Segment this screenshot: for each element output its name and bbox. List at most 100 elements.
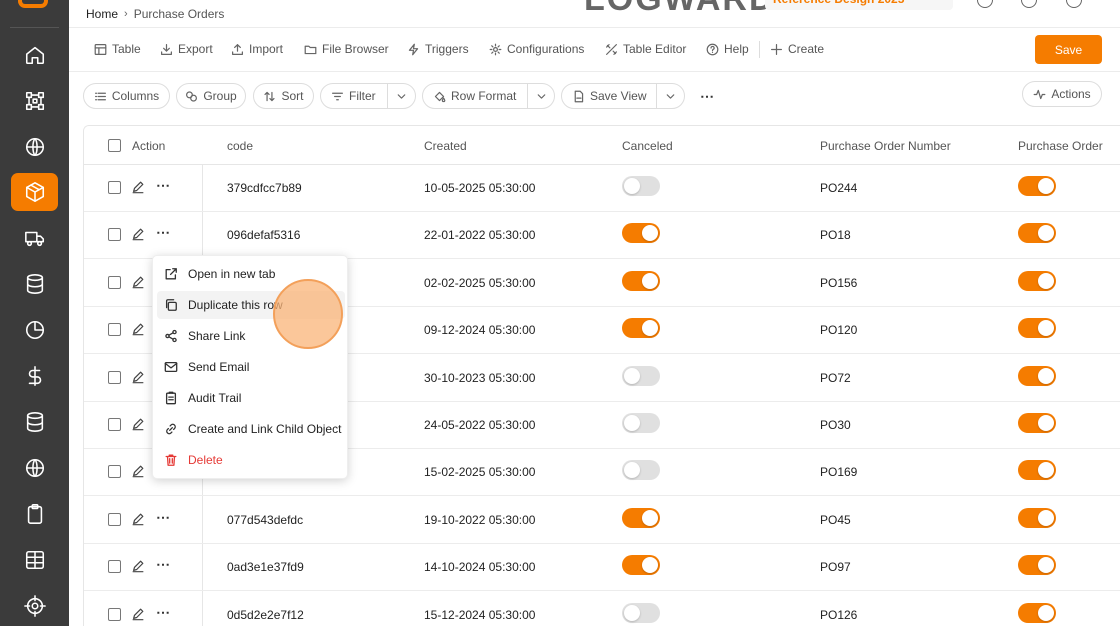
header-purchase-order-number[interactable]: Purchase Order Number [820,139,951,153]
edit-icon[interactable] [131,417,145,431]
environment-badge[interactable]: Reference Design 2025 [765,0,953,10]
table-row[interactable]: ⋯ 0ad3e1e37fd9 14-10-2024 05:30:00 PO97 [84,544,1120,592]
table-row[interactable]: ⋯ 096defaf5316 22-01-2022 05:30:00 PO18 [84,212,1120,260]
help-button[interactable]: Help [706,42,749,56]
columns-button[interactable]: Columns [83,83,170,109]
edit-icon[interactable] [131,607,145,621]
row-checkbox[interactable] [108,323,121,337]
canceled-toggle[interactable] [622,460,660,481]
header-purchase-order[interactable]: Purchase Order [1018,139,1103,153]
header-code[interactable]: code [227,139,253,153]
row-checkbox[interactable] [108,512,121,526]
bell-icon[interactable] [977,0,993,8]
row-menu-icon[interactable]: ⋯ [156,509,171,526]
canceled-toggle[interactable] [622,507,660,528]
edit-icon[interactable] [131,559,145,573]
sidebar-item-analytics[interactable] [11,311,58,349]
sidebar-item-reports[interactable] [11,541,58,579]
canceled-toggle[interactable] [622,270,660,291]
sidebar-item-data[interactable] [11,403,58,441]
table-button[interactable]: Table [94,42,141,56]
purchase-order-toggle[interactable] [1018,602,1056,623]
menu-item-delete[interactable]: Delete [157,446,345,474]
menu-item-create-link-child[interactable]: Create and Link Child Object [157,415,345,443]
menu-item-audit-trail[interactable]: Audit Trail [157,384,345,412]
sidebar-item-global[interactable] [11,128,58,166]
sort-button[interactable]: Sort [253,83,314,109]
row-menu-icon[interactable]: ⋯ [156,177,171,194]
canceled-toggle[interactable] [622,365,660,386]
purchase-order-toggle[interactable] [1018,460,1056,481]
sidebar-item-integrations[interactable] [11,587,58,625]
sidebar-item-tasks[interactable] [11,495,58,533]
purchase-order-toggle[interactable] [1018,507,1056,528]
row-checkbox[interactable] [108,560,121,574]
table-row[interactable]: ⋯ 379cdfcc7b89 10-05-2025 05:30:00 PO244 [84,165,1120,212]
purchase-order-toggle[interactable] [1018,413,1056,433]
row-checkbox[interactable] [108,228,121,242]
breadcrumb-home[interactable]: Home [86,7,118,21]
table-row[interactable]: ⋯ 077d543defdc 19-10-2022 05:30:00 PO45 [84,497,1120,544]
row-checkbox[interactable] [108,607,121,621]
help-circle-icon[interactable] [1021,0,1037,8]
row-checkbox[interactable] [108,465,121,479]
user-avatar-icon[interactable] [1066,0,1082,8]
row-checkbox[interactable] [108,370,121,384]
sidebar-item-network[interactable] [11,449,58,487]
purchase-order-toggle[interactable] [1018,223,1056,244]
canceled-toggle[interactable] [622,413,660,433]
edit-icon[interactable] [131,180,145,194]
header-canceled[interactable]: Canceled [622,139,673,153]
table-editor-button[interactable]: Table Editor [605,42,686,56]
row-checkbox[interactable] [108,418,121,431]
save-button[interactable]: Save [1035,35,1102,64]
export-button[interactable]: Export [160,42,213,56]
menu-item-send-email[interactable]: Send Email [157,353,345,381]
configurations-button[interactable]: Configurations [489,42,584,56]
group-button[interactable]: Group [176,83,246,109]
save-view-button[interactable]: Save View [561,83,685,109]
actions-button[interactable]: Actions [1022,81,1102,107]
purchase-order-toggle[interactable] [1018,365,1056,386]
select-all-checkbox[interactable] [108,139,121,152]
row-checkbox[interactable] [108,181,121,194]
header-created[interactable]: Created [424,139,467,153]
sidebar-item-home[interactable] [11,36,58,74]
canceled-toggle[interactable] [622,223,660,244]
row-format-button[interactable]: Row Format [422,83,555,109]
sidebar-item-shipments[interactable] [11,219,58,257]
canceled-toggle[interactable] [622,555,660,576]
save-view-dropdown-caret[interactable] [656,84,684,108]
row-menu-icon[interactable]: ⋯ [156,604,171,621]
table-row[interactable]: ⋯ 0d5d2e2e7f12 15-12-2024 05:30:00 PO126 [84,592,1120,626]
create-button[interactable]: Create [770,42,824,56]
more-options-icon[interactable]: ⋯ [700,88,715,105]
purchase-order-toggle[interactable] [1018,270,1056,291]
edit-icon[interactable] [131,322,145,336]
row-format-dropdown-caret[interactable] [527,84,555,108]
sidebar-item-orders[interactable] [11,173,58,211]
row-menu-icon[interactable]: ⋯ [156,224,171,241]
purchase-order-toggle[interactable] [1018,555,1056,576]
canceled-toggle[interactable] [622,318,660,339]
purchase-order-toggle[interactable] [1018,318,1056,339]
import-button[interactable]: Import [231,42,283,56]
edit-icon[interactable] [131,227,145,241]
sidebar-item-database[interactable] [11,265,58,303]
canceled-toggle[interactable] [622,602,660,623]
row-checkbox[interactable] [108,275,121,289]
app-logo[interactable] [18,0,48,8]
filter-dropdown-caret[interactable] [387,84,415,108]
edit-icon[interactable] [131,370,145,384]
filter-button[interactable]: Filter [320,83,416,109]
edit-icon[interactable] [131,275,145,289]
sidebar-item-finance[interactable] [11,357,58,395]
edit-icon[interactable] [131,512,145,526]
canceled-toggle[interactable] [622,176,660,196]
edit-icon[interactable] [131,464,145,478]
row-menu-icon[interactable]: ⋯ [156,556,171,573]
purchase-order-toggle[interactable] [1018,176,1056,196]
file-browser-button[interactable]: File Browser [304,42,389,56]
triggers-button[interactable]: Triggers [407,42,469,56]
sidebar-item-workflow[interactable] [11,82,58,120]
